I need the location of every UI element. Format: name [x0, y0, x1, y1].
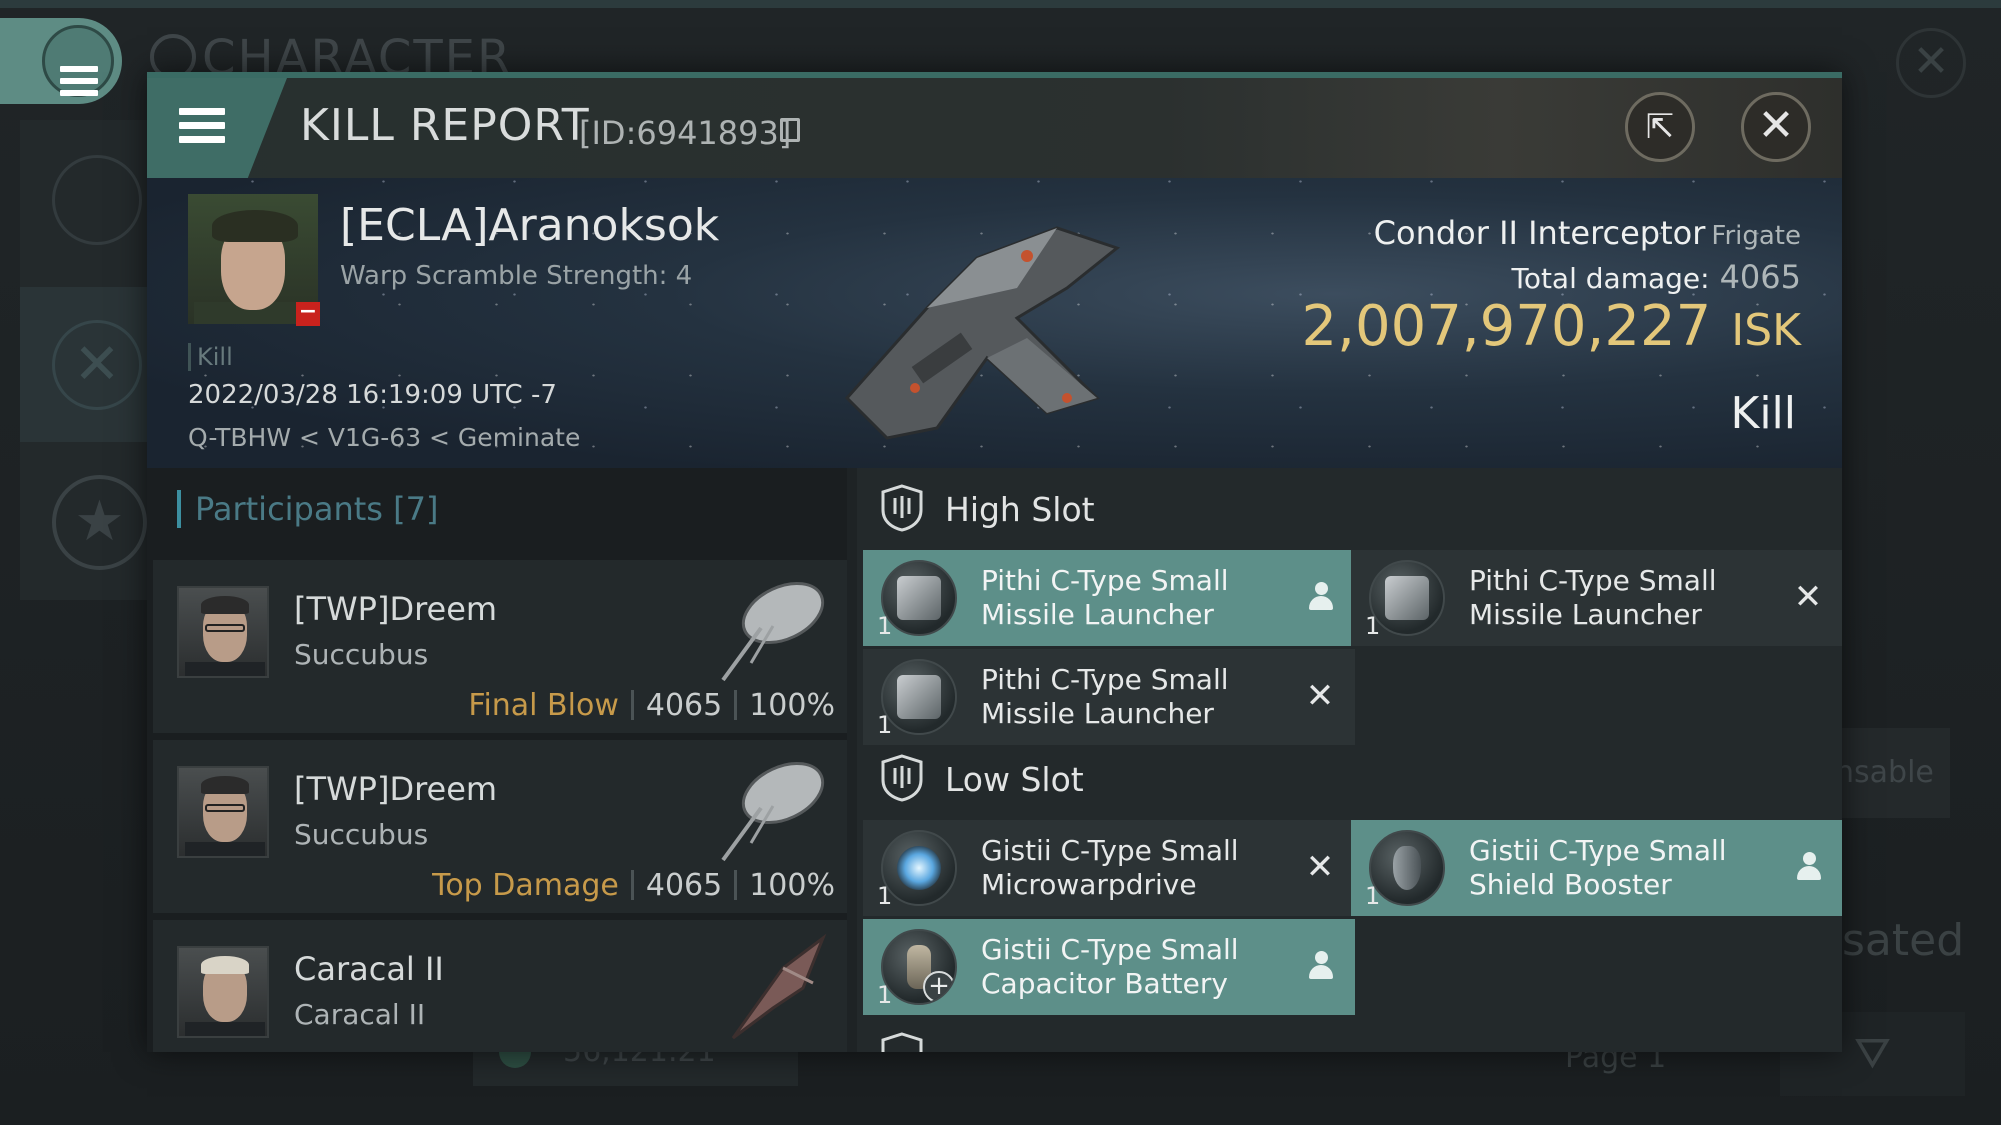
low-slot-title: Low Slot: [945, 760, 1084, 799]
isk-value: 2,007,970,227 ISK: [1301, 294, 1801, 359]
microwarpdrive-icon: [881, 830, 957, 906]
missile-launcher-icon: [881, 560, 957, 636]
mid-slot-section: [857, 1016, 1842, 1052]
participant-name: [TWP]Dreem: [294, 770, 498, 808]
participant-portrait: [177, 946, 269, 1038]
module-name: Pithi C-Type Small Missile Launcher: [981, 663, 1229, 730]
missile-launcher-icon: [1369, 560, 1445, 636]
x-icon: ✕: [1305, 847, 1335, 887]
participant-damage: 4065: [645, 868, 723, 903]
participant-stats: Top Damage 4065 100%: [432, 868, 835, 903]
victim-ship-name[interactable]: Condor II Interceptor Frigate: [1374, 214, 1801, 252]
crossed-swords-icon: ✕: [52, 320, 142, 410]
hamburger-icon: [179, 108, 225, 150]
victim-name[interactable]: [ECLA]Aranoksok: [340, 200, 719, 251]
participant-ship-image: [731, 933, 827, 1040]
module-item[interactable]: 1 Pithi C-Type Small Missile Launcher ✕: [863, 649, 1355, 745]
total-damage-value: 4065: [1719, 258, 1801, 296]
module-quantity: 1: [1365, 882, 1381, 910]
victim-banner: − [ECLA]Aranoksok Warp Scramble Strength…: [147, 178, 1842, 468]
participant-ship-image: [721, 581, 825, 682]
star-icon[interactable]: ★: [52, 475, 147, 570]
kill-location[interactable]: Q-TBHW < V1G-63 < Geminate: [188, 423, 580, 452]
module-item[interactable]: 1 Pithi C-Type Small Missile Launcher ✕: [1351, 550, 1842, 646]
module-item[interactable]: + 1 Gistii C-Type Small Capacitor Batter…: [863, 919, 1355, 1015]
x-icon: ✕: [1305, 676, 1335, 716]
module-name: Gistii C-Type Small Capacitor Battery: [981, 933, 1239, 1000]
capacitor-battery-icon: +: [881, 929, 957, 1005]
result-label: Kill: [1730, 388, 1796, 439]
participant-percent: 100%: [749, 868, 835, 903]
person-icon: [1307, 582, 1335, 612]
hamburger-icon: [60, 66, 98, 96]
slot-shield-icon: [881, 484, 923, 532]
module-name: Pithi C-Type Small Missile Launcher: [981, 564, 1229, 631]
module-quantity: 1: [877, 711, 893, 739]
person-icon: [1307, 951, 1335, 981]
missile-launcher-icon: [881, 659, 957, 735]
victim-ship-image[interactable]: [817, 198, 1157, 458]
module-name: Gistii C-Type Small Shield Booster: [1469, 834, 1727, 901]
isk-unit: ISK: [1731, 305, 1801, 356]
top-border: [0, 0, 2001, 8]
window-title: KILL REPORT: [300, 100, 590, 151]
participant-stats: Final Blow 4065 100%: [468, 688, 835, 723]
participant-percent: 100%: [749, 688, 835, 723]
high-slot-section: High Slot: [857, 468, 1842, 550]
module-name: Pithi C-Type Small Missile Launcher: [1469, 564, 1717, 631]
sidebar-combat-tab[interactable]: ✕: [20, 287, 150, 442]
top-damage-label: Top Damage: [432, 868, 619, 903]
participant-row[interactable]: Caracal II Caracal II: [153, 920, 847, 1052]
kill-datetime: 2022/03/28 16:19:09 UTC -7: [188, 380, 557, 410]
close-icon[interactable]: ✕: [1741, 92, 1811, 162]
participant-damage: 4065: [645, 688, 723, 723]
participant-ship: Succubus: [294, 638, 429, 671]
participant-ship: Caracal II: [294, 998, 426, 1031]
participant-ship-image: [721, 761, 825, 862]
x-icon: ✕: [1793, 577, 1823, 617]
high-slot-title: High Slot: [945, 490, 1095, 529]
warp-scramble-strength: Warp Scramble Strength: 4: [340, 261, 693, 291]
background-right-text: sated: [1842, 915, 1965, 966]
window-header: KILL REPORT [ID:6941893] ⇱ ✕: [147, 78, 1842, 178]
kill-report-window: KILL REPORT [ID:6941893] ⇱ ✕ − [ECLA]Ara…: [147, 72, 1842, 1052]
person-icon: [1795, 852, 1823, 882]
victim-ship-class: Frigate: [1711, 221, 1801, 251]
main-menu-button[interactable]: [0, 18, 122, 104]
participant-row[interactable]: [TWP]Dreem Succubus Top Damage 4065 100%: [153, 740, 847, 916]
sidebar-menu-icon[interactable]: [52, 155, 142, 245]
participant-portrait: [177, 586, 269, 678]
shield-booster-icon: [1369, 830, 1445, 906]
final-blow-label: Final Blow: [468, 688, 619, 723]
hostile-badge-icon: −: [296, 301, 320, 326]
background-close-icon[interactable]: ✕: [1896, 28, 1966, 98]
module-quantity: 1: [877, 612, 893, 640]
low-slot-section: Low Slot: [857, 738, 1842, 820]
module-item[interactable]: 1 Gistii C-Type Small Shield Booster: [1351, 820, 1842, 916]
report-id: [ID:6941893]: [579, 114, 792, 152]
module-quantity: 1: [877, 981, 893, 1009]
slot-shield-icon: [881, 754, 923, 802]
participants-panel: Participants [7] [TWP]Dreem Succubus Fin…: [147, 468, 847, 1052]
plus-icon: +: [923, 971, 955, 1003]
participant-portrait: [177, 766, 269, 858]
kill-tag: Kill: [188, 343, 233, 371]
header-menu-button[interactable]: [147, 78, 287, 178]
module-quantity: 1: [1365, 612, 1381, 640]
copy-icon[interactable]: [780, 118, 800, 142]
participant-name: Caracal II: [294, 950, 444, 988]
participants-title[interactable]: Participants [7]: [177, 490, 438, 528]
total-damage: Total damage: 4065: [1511, 258, 1801, 296]
slot-shield-icon: [881, 1032, 923, 1052]
module-item[interactable]: 1 Pithi C-Type Small Missile Launcher: [863, 550, 1355, 646]
participant-name: [TWP]Dreem: [294, 590, 498, 628]
external-link-icon[interactable]: ⇱: [1625, 92, 1695, 162]
fitting-panel: High Slot 1 Pithi C-Type Small Missile L…: [857, 468, 1842, 1052]
module-item[interactable]: 1 Gistii C-Type Small Microwarpdrive ✕: [863, 820, 1355, 916]
module-name: Gistii C-Type Small Microwarpdrive: [981, 834, 1239, 901]
participant-ship: Succubus: [294, 818, 429, 851]
module-quantity: 1: [877, 882, 893, 910]
participant-row[interactable]: [TWP]Dreem Succubus Final Blow 4065 100%: [153, 560, 847, 736]
